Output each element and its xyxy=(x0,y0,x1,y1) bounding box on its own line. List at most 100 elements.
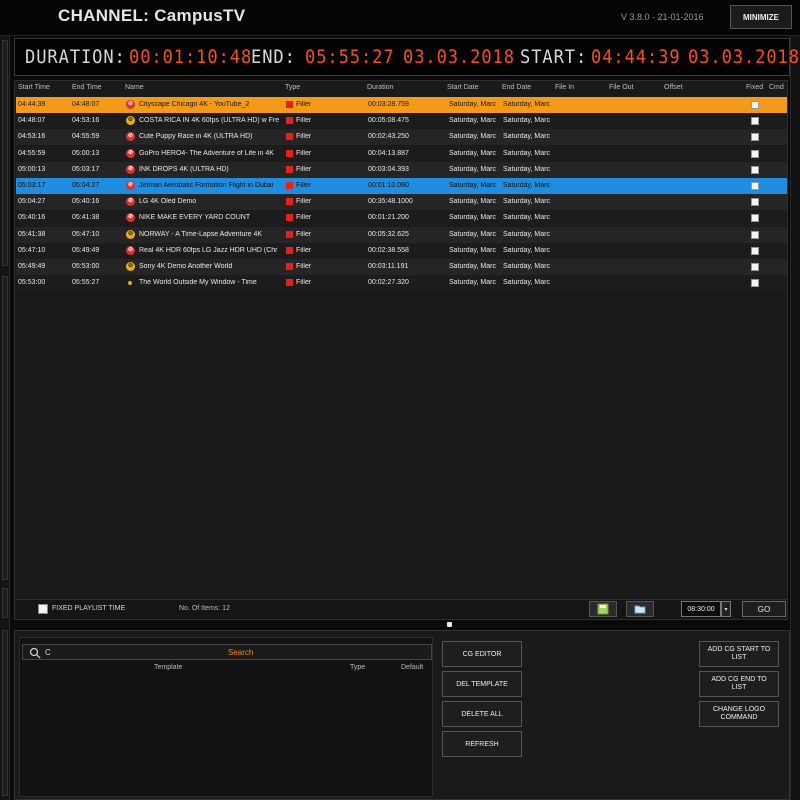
fixed-checkbox[interactable] xyxy=(751,117,759,126)
col-header-type[interactable]: Type xyxy=(285,84,300,91)
row-name: NORWAY - A Time-Lapse Adventure 4K xyxy=(139,230,263,238)
search-button[interactable]: Search xyxy=(228,648,253,657)
col-header-file-out[interactable]: File Out xyxy=(609,84,634,91)
col-header-fixed[interactable]: Fixed xyxy=(746,84,763,91)
playlist-row[interactable]: 05:49:49 05:53:00 Sony 4K Demo Another Wor… xyxy=(16,259,787,275)
row-end-time: 05:49:49 xyxy=(72,246,100,254)
col-header-start-date[interactable]: Start Date xyxy=(447,84,479,91)
timer-bar: DURATION: 00:01:10:48 END: 05:55:27 03.0… xyxy=(14,38,799,76)
fixed-checkbox[interactable] xyxy=(751,279,759,288)
fixed-playlist-time-checkbox[interactable] xyxy=(38,604,48,614)
fixed-checkbox[interactable] xyxy=(751,214,759,223)
playlist-row[interactable]: 05:53:00 05:55:27 The World Outside My Win… xyxy=(16,275,787,292)
fixed-checkbox[interactable] xyxy=(751,133,759,142)
fixed-checkbox[interactable] xyxy=(751,198,759,207)
playlist-row[interactable]: 04:48:07 04:53:16 COSTA RICA IN 4K 60fps (… xyxy=(16,113,787,130)
start-label: START: xyxy=(520,46,588,68)
error-icon: ⊘ xyxy=(126,197,135,207)
col-header-start-time[interactable]: Start Time xyxy=(18,84,50,91)
template-search-input[interactable] xyxy=(45,646,225,658)
error-icon: ⊘ xyxy=(126,100,135,109)
row-type: Filler xyxy=(296,117,312,125)
playlist-row[interactable]: 05:03:17 05:04:27 Jetman Aerobatic Formati… xyxy=(16,178,787,194)
type-color-swatch xyxy=(286,165,293,173)
playlist-row[interactable]: 05:41:38 05:47:10 NORWAY - A Time-Lapse Ad… xyxy=(16,226,787,243)
playlist-row[interactable]: 04:55:59 05:00:13 GoPro HERO4- The Adventu… xyxy=(16,145,787,162)
duration-value: 00:01:10:48 xyxy=(129,46,253,68)
playlist-row[interactable]: 05:40:16 05:41:38 NIKE MAKE EVERY YARD COU… xyxy=(16,210,787,227)
row-type: Filler xyxy=(296,279,312,287)
row-start-time: 05:04:27 xyxy=(18,198,46,206)
col-header-name[interactable]: Name xyxy=(125,84,144,91)
col-header-end-date[interactable]: End Date xyxy=(502,84,531,91)
row-duration: 00:02:43.250 xyxy=(368,133,409,141)
row-duration: 00:03:11.191 xyxy=(368,263,409,270)
add-cg-end-button[interactable]: ADD CG END TO LIST xyxy=(699,671,779,697)
type-color-swatch xyxy=(286,214,293,222)
time-dropdown-button[interactable]: ▾ xyxy=(721,601,731,617)
save-playlist-button[interactable] xyxy=(589,601,617,617)
playlist-panel: Start Time End Time Name Type Duration S… xyxy=(14,80,788,620)
row-type: Filler xyxy=(296,263,312,270)
row-end-date: Saturday, Marc xyxy=(503,101,550,108)
fixed-checkbox[interactable] xyxy=(751,165,759,174)
cg-editor-button[interactable]: CG EDITOR xyxy=(442,641,522,667)
type-color-swatch xyxy=(286,198,293,206)
col-header-duration[interactable]: Duration xyxy=(367,84,393,91)
row-start-date: Saturday, Marc xyxy=(449,214,496,222)
start-time: 04:44:39 xyxy=(591,46,681,68)
col-header-offset[interactable]: Offset xyxy=(664,84,683,91)
row-end-date: Saturday, Marc xyxy=(503,279,550,287)
col-header-file-in[interactable]: File In xyxy=(555,84,574,91)
error-icon: ⊘ xyxy=(126,164,135,174)
row-end-date: Saturday, Marc xyxy=(503,165,550,173)
playlist-row[interactable]: 05:04:27 05:40:16 LG 4K Oled Demo Filler 00:… xyxy=(16,194,787,211)
col-header-template[interactable]: Template xyxy=(154,664,182,671)
playlist-row[interactable]: 05:00:13 05:03:17 INK DROPS 4K (ULTRA HD) F… xyxy=(16,161,787,178)
type-color-swatch xyxy=(286,117,293,125)
del-template-button[interactable]: DEL TEMPLATE xyxy=(442,671,522,697)
template-search-bar: Search xyxy=(22,644,432,660)
go-button[interactable]: GO xyxy=(742,601,786,617)
row-start-time: 05:41:38 xyxy=(18,230,46,238)
change-logo-command-button[interactable]: CHANGE LOGO COMMAND xyxy=(699,701,779,727)
row-start-date: Saturday, Marc xyxy=(449,117,496,125)
add-cg-start-button[interactable]: ADD CG START TO LIST xyxy=(699,641,779,667)
row-end-date: Saturday, Marc xyxy=(503,182,550,189)
left-side-panel xyxy=(0,36,10,800)
col-header-template-type[interactable]: Type xyxy=(350,664,365,671)
row-duration: 00:35:48.1000 xyxy=(368,198,413,206)
row-start-date: Saturday, Marc xyxy=(449,182,496,189)
fixed-checkbox[interactable] xyxy=(751,182,759,190)
minimize-button[interactable]: MINIMIZE xyxy=(730,5,792,29)
row-end-time: 04:53:16 xyxy=(72,117,100,125)
col-header-default[interactable]: Default xyxy=(401,664,423,671)
panel-splitter-handle[interactable] xyxy=(447,622,452,627)
type-color-swatch xyxy=(286,182,293,189)
row-start-time: 04:48:07 xyxy=(18,117,46,125)
row-duration: 00:03:28.759 xyxy=(368,101,409,108)
version-label: V 3.8.0 - 21-01-2016 xyxy=(621,12,704,22)
error-icon: ⊘ xyxy=(126,132,135,142)
refresh-button[interactable]: REFRESH xyxy=(442,731,522,757)
delete-all-button[interactable]: DELETE ALL xyxy=(442,701,522,727)
playlist-row[interactable]: 04:53:16 04:55:59 Cute Puppy Race in 4K (U… xyxy=(16,129,787,146)
row-duration: 00:01:10.080 xyxy=(368,182,409,189)
folder-icon xyxy=(634,605,646,614)
fixed-checkbox[interactable] xyxy=(751,263,759,271)
row-end-time: 05:00:13 xyxy=(72,149,100,157)
col-header-cmd[interactable]: Cmd xyxy=(769,84,784,91)
playlist-row[interactable]: 04:44:39 04:48:07 Cityscape Chicago 4K - Y… xyxy=(16,97,787,113)
fixed-checkbox[interactable] xyxy=(751,230,759,239)
row-end-date: Saturday, Marc xyxy=(503,263,550,270)
fixed-checkbox[interactable] xyxy=(751,246,759,255)
left-panel-segment xyxy=(2,276,8,580)
fixed-checkbox[interactable] xyxy=(751,101,759,109)
col-header-end-time[interactable]: End Time xyxy=(72,84,102,91)
load-playlist-button[interactable] xyxy=(626,601,654,617)
fixed-checkbox[interactable] xyxy=(751,149,759,158)
playlist-row[interactable]: 05:47:10 05:49:49 Real 4K HDR 60fps LG Jaz… xyxy=(16,242,787,259)
fixed-time-input[interactable] xyxy=(681,601,721,617)
row-duration: 00:05:08.475 xyxy=(368,117,409,125)
row-duration: 00:02:27.320 xyxy=(368,279,409,287)
